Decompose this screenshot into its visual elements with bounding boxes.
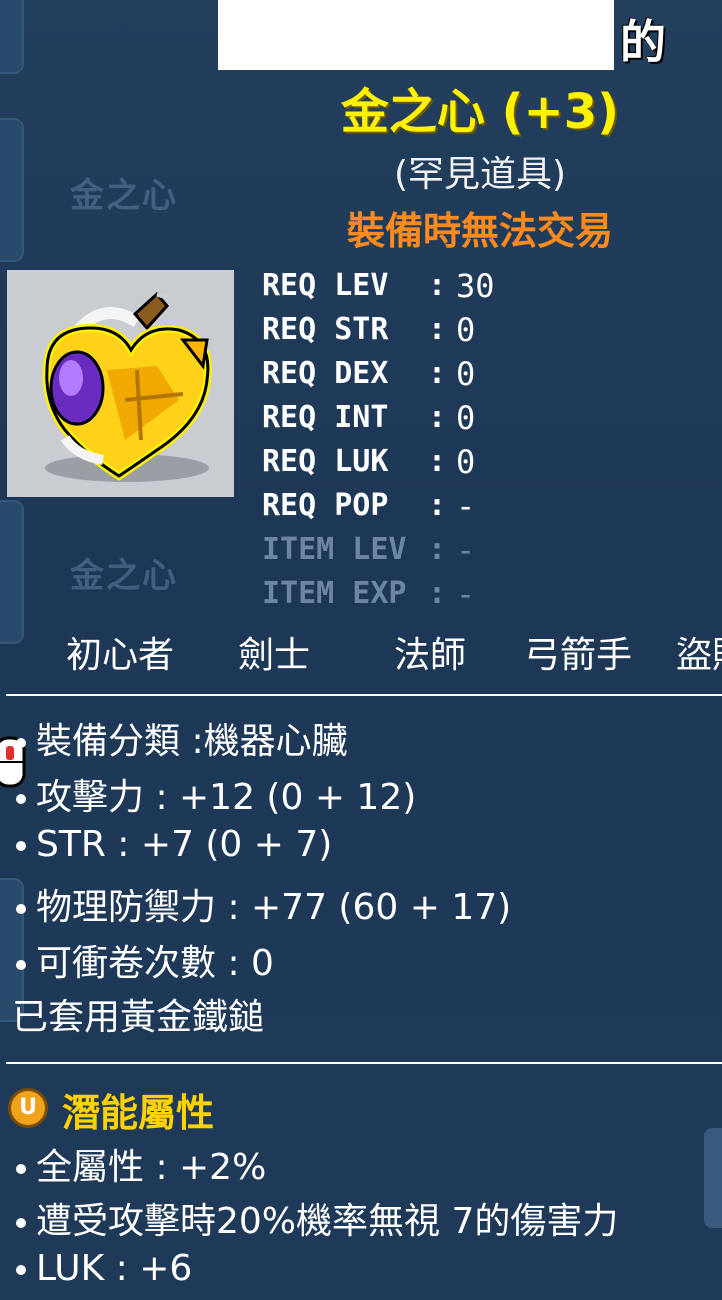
req-value: - [456, 575, 476, 613]
req-separator: : [428, 268, 447, 303]
req-label: REQ LUK [262, 444, 389, 479]
section-divider [6, 694, 722, 696]
potential-line: 遭受攻擊時20%機率無視 7的傷害力 [16, 1192, 618, 1244]
req-label: REQ STR [262, 312, 389, 347]
stat-upgrade-slots: 可衝卷次數 : 0 [36, 943, 274, 984]
req-separator: : [428, 532, 447, 567]
bullet-icon [16, 960, 26, 970]
item-rarity: (罕見道具) [393, 154, 567, 195]
req-separator: : [428, 576, 447, 611]
req-separator: : [428, 312, 447, 347]
potential-line: 全屬性 : +2% [16, 1138, 266, 1190]
req-separator: : [428, 400, 447, 435]
bullet-icon [16, 794, 26, 804]
req-label: REQ POP [262, 488, 389, 523]
bullet-icon [16, 1218, 26, 1228]
item-icon-frame [7, 270, 234, 497]
req-label: REQ DEX [262, 356, 389, 391]
stat-line: 攻擊力 : +12 (0 + 12) [16, 768, 416, 820]
set-effect: 已套用黃金鐵鎚 [12, 997, 265, 1038]
potential-damage-ignore: 遭受攻擊時20%機率無視 7的傷害力 [36, 1201, 619, 1242]
req-value: 0 [456, 355, 476, 393]
bullet-icon [16, 841, 26, 851]
stat-defense: 物理防禦力 : +77 (60 + 17) [36, 887, 512, 928]
req-label: ITEM EXP [262, 576, 407, 611]
bullet-icon [16, 904, 26, 914]
potential-all-stats: 全屬性 : +2% [36, 1147, 267, 1188]
owner-suffix: 的 [620, 15, 666, 69]
stat-equip-category: 裝備分類 :機器心臟 [36, 721, 348, 762]
stat-str: STR : +7 (0 + 7) [36, 824, 333, 865]
bullet-icon [16, 738, 26, 748]
stat-line: 物理防禦力 : +77 (60 + 17) [16, 878, 511, 930]
job-magician: 法師 [394, 635, 467, 676]
potential-luk: LUK : +6 [36, 1248, 193, 1289]
req-separator: : [428, 488, 447, 523]
req-label: REQ LEV [262, 268, 389, 303]
background-tab [0, 500, 24, 644]
job-class-list: 初心者 劍士 法師 弓箭手 盜賊 [0, 626, 722, 678]
trade-restriction: 裝備時無法交易 [346, 209, 613, 253]
req-separator: : [428, 444, 447, 479]
unique-rank-icon: U [8, 1088, 48, 1128]
job-warrior: 劍士 [238, 635, 311, 676]
req-value: 0 [456, 399, 476, 437]
job-bowman: 弓箭手 [524, 635, 633, 676]
req-value: 0 [456, 443, 476, 481]
background-ghost-text: 金之心 [70, 176, 178, 216]
stat-line: 裝備分類 :機器心臟 [16, 712, 348, 764]
req-label: REQ INT [262, 400, 389, 435]
potential-line: LUK : +6 [16, 1248, 192, 1289]
job-beginner: 初心者 [66, 635, 175, 676]
background-ghost-text: 金之心 [70, 556, 178, 596]
req-separator: : [428, 356, 447, 391]
owner-name-redaction [218, 0, 614, 70]
stat-line: 可衝卷次數 : 0 [16, 934, 274, 986]
bullet-icon [16, 1265, 26, 1275]
golden-heart-icon [42, 291, 212, 482]
section-divider [6, 1062, 722, 1064]
req-value: 0 [456, 311, 476, 349]
req-value: - [456, 487, 476, 525]
bullet-icon [16, 1164, 26, 1174]
stat-line: STR : +7 (0 + 7) [16, 824, 332, 865]
req-value: - [456, 531, 476, 569]
req-value: 30 [456, 267, 495, 305]
item-name: 金之心 (+3) [340, 84, 620, 140]
req-label: ITEM LEV [262, 532, 407, 567]
potential-title: 潛能屬性 [62, 1091, 215, 1135]
stat-attack: 攻擊力 : +12 (0 + 12) [36, 777, 417, 818]
job-thief: 盜賊 [676, 635, 722, 676]
background-scroll-edge [704, 1128, 722, 1228]
background-tab [0, 0, 24, 74]
